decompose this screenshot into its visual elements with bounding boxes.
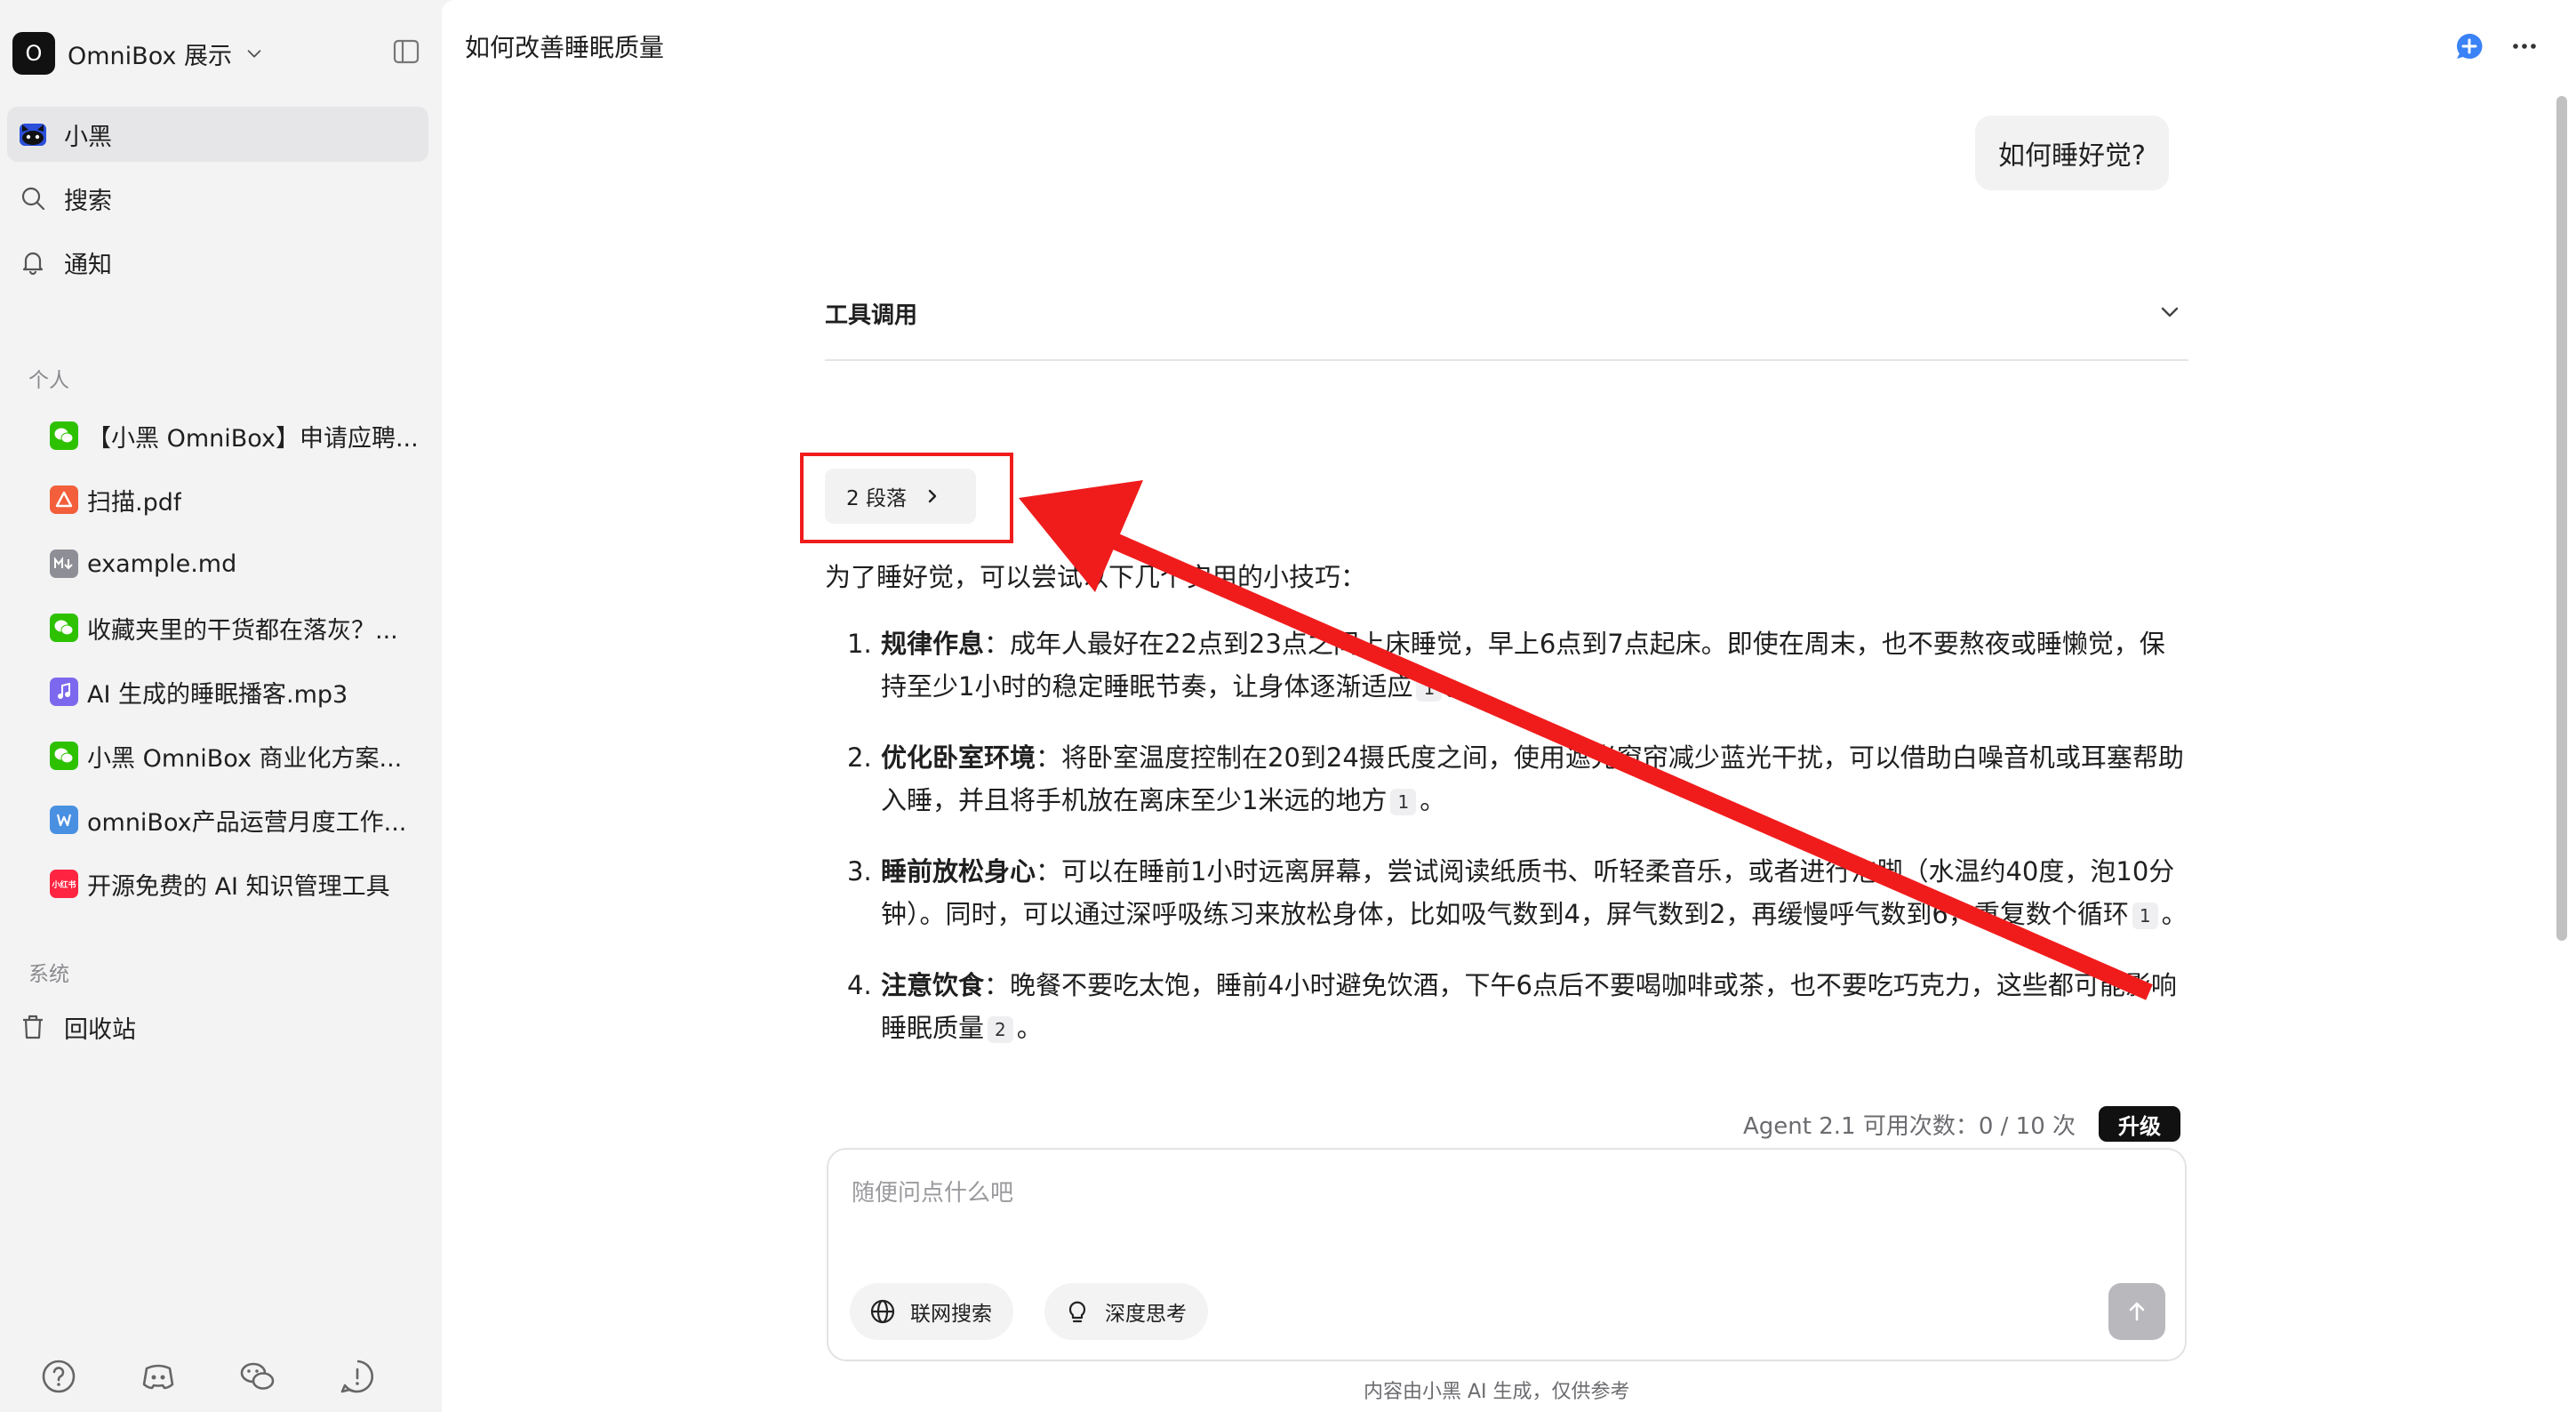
agent-quota: Agent 2.1 可用次数：0 / 10 次 升级 <box>1743 1106 2181 1142</box>
chevron-down-icon <box>247 50 261 58</box>
doc-item[interactable]: example.md <box>50 541 423 587</box>
doc-item[interactable]: 【小黑 OmniBox】申请应聘... <box>50 413 423 459</box>
cat-avatar-icon <box>18 119 48 149</box>
message-composer[interactable]: 随便问点什么吧 联网搜索 深度思考 <box>827 1148 2187 1361</box>
quota-text: Agent 2.1 可用次数：0 / 10 次 <box>1743 1112 2076 1140</box>
doc-title: omniBox产品运营月度工作... <box>87 808 407 837</box>
list-item: 1. 规律作息：成年人最好在22点到23点之间上床睡觉，早上6点到7点起床。即使在… <box>847 629 2165 702</box>
doc-item[interactable]: 收藏夹里的干货都在落灰？... <box>50 605 423 651</box>
doc-item[interactable]: 小黑 OmniBox 商业化方案... <box>50 733 423 779</box>
audio-icon <box>50 678 78 706</box>
trash-icon <box>18 1012 48 1042</box>
new-chat-icon[interactable] <box>2453 30 2485 62</box>
sidebar-item-trash[interactable]: 回收站 <box>7 999 428 1055</box>
tip-title: 睡前放松身心 <box>881 856 1036 887</box>
sidebar-item-label: 通知 <box>64 251 112 279</box>
sidebar: O OmniBox 展示 小黑 搜索 通知 个人 【小黑 OmniBox】申请应… <box>0 0 442 1412</box>
feedback-icon[interactable] <box>338 1357 377 1396</box>
answer-intro: 为了睡好觉，可以尝试以下几个实用的小技巧： <box>825 562 1367 592</box>
sidebar-item-label: 小黑 <box>64 123 112 151</box>
page-title: 如何改善睡眠质量 <box>465 33 665 62</box>
scrollbar[interactable] <box>2556 96 2567 941</box>
doc-title: 扫描.pdf <box>87 488 182 517</box>
doc-title: 开源免费的 AI 知识管理工具 <box>87 872 390 901</box>
globe-icon <box>870 1299 895 1324</box>
xiaohongshu-icon: 小红书 <box>50 870 78 898</box>
sidebar-toggle-icon[interactable] <box>393 39 420 64</box>
list-item: 2. 优化卧室环境：将卧室温度控制在20到24摄氏度之间，使用遮光窗帘减少蓝光干扰… <box>847 742 2184 815</box>
search-icon <box>18 183 48 213</box>
tip-title: 规律作息 <box>881 629 985 659</box>
arrow-up-icon <box>2129 1302 2145 1321</box>
doc-title: example.md <box>87 550 237 578</box>
list-item: 3. 睡前放松身心：可以在睡前1小时远离屏幕，尝试阅读纸质书、听轻柔音乐，或者进行… <box>847 856 2188 929</box>
tool-call-collapsible[interactable]: 工具调用 <box>825 285 2188 361</box>
section-label-personal: 个人 <box>28 369 69 392</box>
sidebar-item-label: 回收站 <box>64 1015 136 1044</box>
chevron-down-icon <box>2161 307 2179 317</box>
citation-badge[interactable]: 1 <box>1390 789 1417 815</box>
sidebar-item-search[interactable]: 搜索 <box>7 171 428 226</box>
word-icon <box>50 806 78 834</box>
workspace-logo: O <box>12 32 55 75</box>
lightbulb-icon <box>1068 1301 1086 1323</box>
deep-think-toggle[interactable]: 深度思考 <box>1044 1283 1208 1340</box>
doc-title: 小黑 OmniBox 商业化方案... <box>87 744 403 773</box>
workspace-name: OmniBox 展示 <box>68 42 232 70</box>
web-search-toggle[interactable]: 联网搜索 <box>850 1283 1013 1340</box>
top-actions <box>2453 30 2540 62</box>
workspace-switcher[interactable]: O OmniBox 展示 <box>12 32 264 75</box>
chat-panel: 如何改善睡眠质量 如何睡好觉? 工具调用 2 段落 为了睡好觉，可以尝试以下几个… <box>442 0 2576 1412</box>
doc-item[interactable]: omniBox产品运营月度工作... <box>50 797 423 843</box>
tool-call-label: 工具调用 <box>825 302 918 329</box>
sidebar-footer <box>0 1352 442 1401</box>
send-button[interactable] <box>2108 1283 2165 1340</box>
doc-title: 收藏夹里的干货都在落灰？... <box>87 616 398 645</box>
list-item: 4. 注意饮食：晚餐不要吃太饱，睡前4小时避免饮酒，下午6点后不要喝咖啡或茶，也不… <box>847 970 2177 1043</box>
wechat-icon <box>50 614 78 642</box>
more-icon[interactable] <box>2508 30 2540 62</box>
sidebar-item-xiaohei[interactable]: 小黑 <box>7 107 428 162</box>
doc-title: 【小黑 OmniBox】申请应聘... <box>87 424 419 453</box>
section-label-system: 系统 <box>28 963 69 986</box>
pdf-icon <box>50 485 78 514</box>
upgrade-button[interactable]: 升级 <box>2099 1106 2181 1142</box>
wechat-icon <box>50 421 78 450</box>
doc-item[interactable]: 扫描.pdf <box>50 477 423 523</box>
bell-icon <box>18 247 48 277</box>
citation-badge[interactable]: 1 <box>1416 675 1443 702</box>
markdown-icon <box>50 550 78 578</box>
help-icon[interactable] <box>39 1357 78 1396</box>
tip-title: 优化卧室环境 <box>881 742 1036 773</box>
user-message: 如何睡好觉? <box>1975 116 2169 190</box>
tip-title: 注意饮食 <box>881 970 985 1000</box>
annotation-highlight-box <box>800 453 1013 543</box>
doc-item[interactable]: 小红书 开源免费的 AI 知识管理工具 <box>50 861 423 907</box>
composer-input[interactable]: 随便问点什么吧 <box>852 1175 1013 1207</box>
sidebar-item-label: 搜索 <box>64 187 112 215</box>
web-search-label: 联网搜索 <box>910 1303 992 1326</box>
sidebar-item-notifications[interactable]: 通知 <box>7 235 428 290</box>
doc-item[interactable]: AI 生成的睡眠播客.mp3 <box>50 669 423 715</box>
doc-title: AI 生成的睡眠播客.mp3 <box>87 680 348 709</box>
citation-badge[interactable]: 1 <box>2132 903 2158 929</box>
wechat-icon[interactable] <box>238 1357 277 1396</box>
wechat-icon <box>50 742 78 770</box>
ai-disclaimer: 内容由小黑 AI 生成，仅供参考 <box>1364 1381 1630 1403</box>
discord-icon[interactable] <box>139 1357 178 1396</box>
citation-badge[interactable]: 2 <box>988 1016 1013 1043</box>
answer-list: 1. 规律作息：成年人最好在22点到23点之间上床睡觉，早上6点到7点起床。即使在… <box>847 622 2189 1078</box>
deep-think-label: 深度思考 <box>1105 1303 1187 1326</box>
